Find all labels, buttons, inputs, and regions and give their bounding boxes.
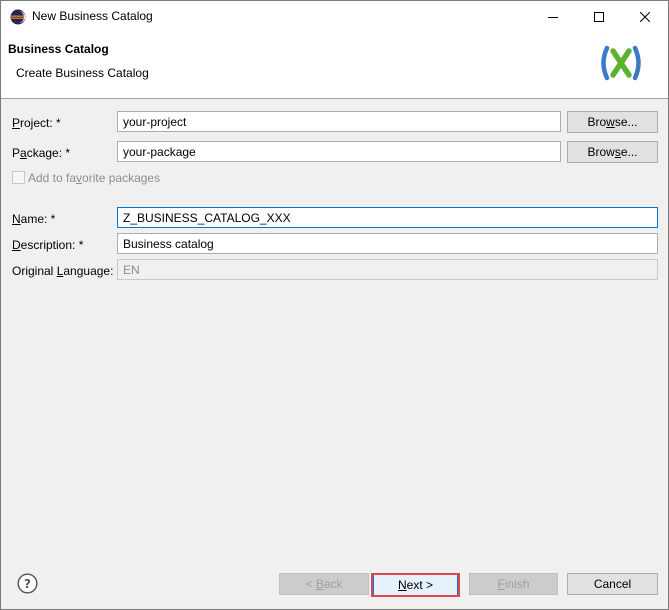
original-language-label: Original Language: [12, 264, 114, 278]
cancel-button[interactable]: Cancel [567, 573, 658, 595]
back-button: < Back [279, 573, 369, 595]
name-label: Name: * [12, 212, 56, 226]
window-title: New Business Catalog [32, 9, 153, 23]
wizard-subtitle: Create Business Catalog [16, 66, 149, 80]
minimize-button[interactable] [530, 1, 576, 32]
abap-x-logo-icon [601, 45, 641, 81]
wizard-banner: Business Catalog Create Business Catalog [1, 32, 668, 99]
project-input[interactable]: your-project [117, 111, 561, 132]
maximize-icon [594, 11, 604, 22]
project-label: Project: * [12, 116, 61, 130]
minimize-icon [548, 16, 558, 18]
close-button[interactable] [622, 1, 668, 32]
eclipse-icon [10, 9, 26, 25]
original-language-input: EN [117, 259, 658, 280]
favorite-packages-label: Add to favorite packages [28, 171, 161, 185]
package-label: Package: * [12, 146, 71, 160]
favorite-packages-checkbox[interactable] [12, 171, 25, 184]
svg-text:?: ? [24, 577, 31, 591]
description-input[interactable]: Business catalog [117, 233, 658, 254]
wizard-title: Business Catalog [8, 42, 109, 56]
dialog-window: New Business Catalog Business Catalog Cr… [0, 0, 669, 610]
title-bar[interactable]: New Business Catalog [1, 1, 668, 32]
project-browse-button[interactable]: Bro w se... [567, 111, 658, 133]
package-browse-button[interactable]: Brow s e... [567, 141, 658, 163]
name-input[interactable]: Z_BUSINESS_CATALOG_XXX [117, 207, 658, 228]
description-label: Description: * [12, 238, 84, 252]
finish-button: Finish [469, 573, 558, 595]
next-button[interactable]: Next > [373, 574, 458, 596]
package-input[interactable]: your-package [117, 141, 561, 162]
close-icon [640, 11, 650, 22]
help-icon[interactable]: ? [17, 573, 38, 594]
maximize-button[interactable] [576, 1, 622, 32]
